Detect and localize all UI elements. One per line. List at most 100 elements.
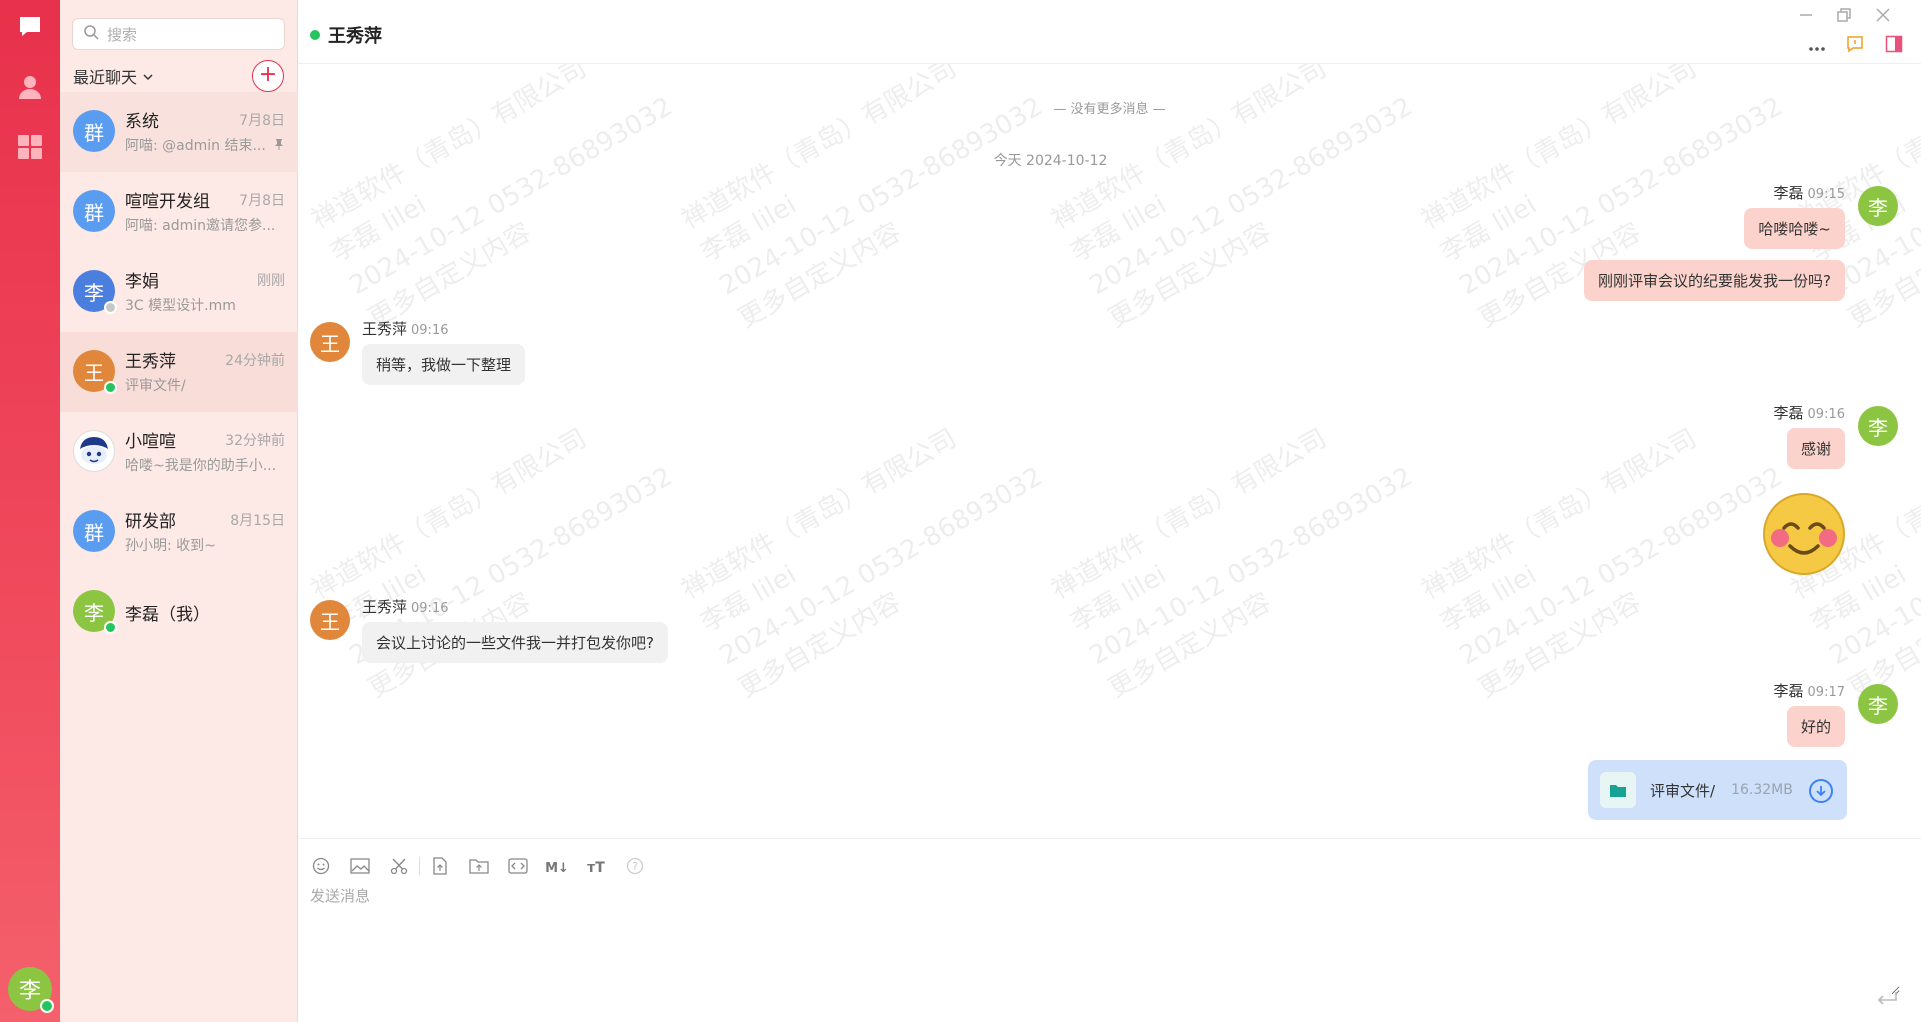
grid-icon [17, 134, 43, 164]
emoji-button[interactable] [308, 855, 334, 881]
watermark: 禅道软件（青岛）有限公司李磊 lilei2024-10-12 0532-8689… [1415, 392, 1809, 707]
send-folder-button[interactable] [466, 855, 492, 881]
markdown-icon: M↓ [545, 860, 569, 876]
message-bubble[interactable]: 稍等，我做一下整理 [362, 344, 526, 385]
conversation-item[interactable]: 小喧喧 32分钟前 哈喽~我是你的助手小... [60, 412, 298, 492]
watermark: 禅道软件（青岛）有限公司李磊 lilei2024-10-12 0532-8689… [1045, 392, 1439, 707]
panel-toggle-icon [1885, 35, 1903, 57]
robot-face-icon [75, 432, 113, 470]
avatar-initial: 王 [320, 609, 340, 634]
watermark-line: 禅道软件（青岛）有限公司 [306, 423, 592, 606]
notice-button[interactable] [1843, 34, 1867, 58]
avatar-initial: 李 [18, 979, 41, 1004]
conversation-preview: 评审文件/ [125, 378, 186, 394]
avatar: 李 [73, 590, 117, 634]
conversation-sidebar: 搜索 最近聊天 + 群系统 7月8日 阿喵: @admin 结束... 群喧喧开发组 7… [60, 0, 298, 1022]
message-list[interactable]: 禅道软件（青岛）有限公司 李磊 lilei 2024-10-12 0532-8689… [298, 64, 1921, 838]
watermark-line: 禅道软件（青岛）有限公司 [676, 423, 962, 606]
more-button[interactable] [1805, 34, 1829, 58]
avatar[interactable]: 王 [310, 322, 350, 362]
conversation-name: 研发部 [125, 512, 176, 532]
message-meta: 王秀萍 09:16 [362, 318, 448, 339]
avatar-initial: 群 [84, 200, 104, 225]
code-icon [508, 857, 528, 879]
send-button[interactable] [1873, 989, 1901, 1013]
watermark-line: 更多自定义内容 [733, 587, 907, 705]
current-user-avatar[interactable]: 李 [8, 967, 54, 1013]
avatar-initial: 群 [84, 520, 104, 545]
conversation-name: 系统 [125, 112, 159, 132]
code-button[interactable] [505, 855, 531, 881]
sidebar-toggle-button[interactable] [1882, 34, 1906, 58]
watermark-line: 2024-10-12 0532-86893032 [714, 91, 1048, 302]
status-dot [104, 381, 117, 394]
conversation-item[interactable]: 群 研发部 8月15日 孙小明: 收到~ [60, 492, 298, 572]
add-chat-button[interactable]: + [252, 60, 284, 92]
user-icon [17, 74, 43, 104]
message-bubble[interactable]: 哈喽哈喽~ [1744, 208, 1845, 249]
conversation-item[interactable]: 李 李磊（我） [60, 572, 298, 652]
smile-blush-emoji[interactable] [1762, 492, 1846, 580]
rail-contacts-button[interactable] [0, 64, 60, 114]
avatar[interactable]: 李 [1858, 684, 1898, 724]
conversation-item[interactable]: 群 喧喧开发组 7月8日 阿喵: admin邀请您参... [60, 172, 298, 252]
avatar-initial: 李 [84, 600, 104, 625]
conversation-name: 喧喧开发组 [125, 192, 210, 212]
screenshot-button[interactable] [386, 855, 412, 881]
watermark-line: 禅道软件（青岛）有限公司 [1416, 423, 1702, 606]
restore-icon [1837, 7, 1851, 26]
avatar[interactable]: 李 [1858, 406, 1898, 446]
watermark-line: 2024-10-12 0532-86893032 [1084, 91, 1418, 302]
avatar-initial: 李 [1868, 693, 1888, 718]
help-button[interactable]: ? [622, 855, 648, 881]
online-status-dot [310, 30, 320, 40]
file-name: 评审文件/ [1650, 781, 1716, 800]
image-icon [350, 857, 370, 879]
pin-icon [274, 138, 284, 153]
conversation-time: 7月8日 [239, 113, 285, 129]
left-nav-rail: 李 [0, 0, 60, 1022]
conversation-item[interactable]: 李 李娟 刚刚 3C 模型设计.mm [60, 252, 298, 332]
conversation-preview: 3C 模型设计.mm [125, 298, 236, 314]
search-input[interactable]: 搜索 [107, 24, 137, 45]
conversation-preview: 阿喵: admin邀请您参... [125, 218, 276, 234]
search-box[interactable]: 搜索 [72, 18, 285, 50]
file-icon [432, 857, 448, 879]
close-button[interactable] [1868, 6, 1898, 26]
rail-chat-button[interactable] [0, 4, 60, 54]
online-status-dot [40, 999, 54, 1013]
download-button[interactable] [1809, 779, 1833, 803]
watermark-line: 2024-10-12 0532-86893032 [714, 461, 1048, 672]
conversation-name: 李磊（我） [125, 605, 210, 625]
message-bubble[interactable]: 刚刚评审会议的纪要能发我一份吗? [1584, 260, 1845, 301]
image-button[interactable] [347, 855, 373, 881]
toolbar-divider [419, 857, 420, 875]
conversation-item[interactable]: 王 王秀萍 24分钟前 评审文件/ [60, 332, 298, 412]
conversation-name: 小喧喧 [125, 432, 176, 452]
minimize-button[interactable] [1791, 6, 1821, 26]
text-format-button[interactable]: ᴛT [583, 855, 609, 881]
watermark-line: 李磊 lilei [1065, 559, 1172, 639]
send-file-button[interactable] [427, 855, 453, 881]
message-bubble[interactable]: 好的 [1786, 706, 1845, 747]
avatar: 群 [73, 110, 115, 152]
alert-bubble-icon [1846, 35, 1864, 57]
restore-button[interactable] [1829, 6, 1859, 26]
avatar[interactable]: 李 [1858, 186, 1898, 226]
folder-icon [1600, 772, 1636, 808]
close-icon [1876, 7, 1890, 26]
message-bubble[interactable]: 感谢 [1786, 428, 1845, 469]
avatar-initial: 李 [1868, 415, 1888, 440]
message-bubble[interactable]: 会议上讨论的一些文件我一并打包发你吧? [362, 622, 668, 663]
avatar[interactable]: 王 [310, 600, 350, 640]
status-dot [104, 301, 117, 314]
markdown-button[interactable]: M↓ [544, 855, 570, 881]
watermark-line: 禅道软件（青岛）有限公司 [1046, 423, 1332, 606]
avatar: 李 [73, 270, 117, 314]
avatar-initial: 李 [1868, 195, 1888, 220]
rail-apps-button[interactable] [0, 124, 60, 174]
conversation-item[interactable]: 群 系统 7月8日 阿喵: @admin 结束... [60, 92, 298, 172]
message-input[interactable] [310, 885, 1900, 995]
recent-chats-dropdown[interactable]: 最近聊天 [73, 64, 153, 88]
file-message-card[interactable]: 评审文件/ 16.32MB [1588, 760, 1847, 820]
